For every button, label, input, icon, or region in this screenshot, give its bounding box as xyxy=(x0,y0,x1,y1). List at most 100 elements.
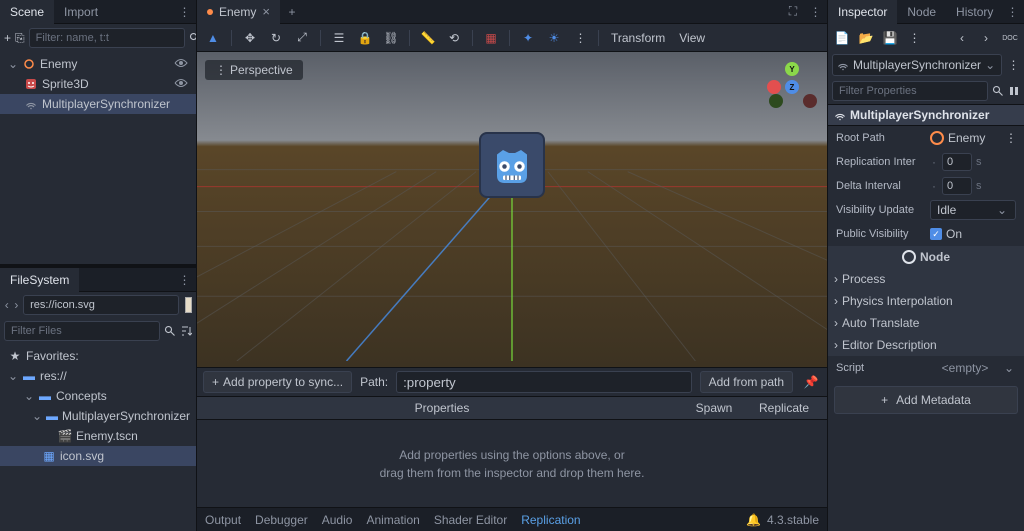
fs-res-root[interactable]: ⌄ ▬ res:// xyxy=(0,366,196,386)
nav-back-icon[interactable]: ‹ xyxy=(4,298,10,312)
sun-preview-icon[interactable]: ☀ xyxy=(544,28,564,48)
viewport-3d[interactable]: ⋮ Perspective Y Z xyxy=(197,52,827,367)
rotate-mode-icon[interactable]: ↻ xyxy=(266,28,286,48)
scene-tab-enemy[interactable]: Enemy × xyxy=(197,0,280,24)
expand-viewport-icon[interactable]: ⛶ xyxy=(781,4,805,19)
menu-transform[interactable]: Transform xyxy=(607,31,669,45)
checkbox-on[interactable]: ✓ xyxy=(930,228,942,240)
tree-node-sprite3d[interactable]: Sprite3D xyxy=(0,74,196,94)
visibility-update-select[interactable]: Idle ⌄ xyxy=(930,200,1016,220)
fs-file-icon-svg[interactable]: ▦ icon.svg xyxy=(0,446,196,466)
bottom-tab-shader[interactable]: Shader Editor xyxy=(434,513,507,527)
section-process[interactable]: ›Process xyxy=(828,268,1024,290)
col-replicate: Replicate xyxy=(749,401,819,415)
visibility-toggle-icon[interactable] xyxy=(174,57,190,71)
section-editor-description[interactable]: ›Editor Description xyxy=(828,334,1024,356)
bottom-tab-debugger[interactable]: Debugger xyxy=(255,513,308,527)
fs-folder-mult[interactable]: ⌄ ▬ MultiplayerSynchronizer xyxy=(0,406,196,426)
list-select-icon[interactable]: ☰ xyxy=(329,28,349,48)
history-back-icon[interactable]: ‹ xyxy=(952,28,972,48)
snap-icon[interactable]: ▦ xyxy=(481,28,501,48)
selected-node-dropdown[interactable]: MultiplayerSynchronizer ⌄ xyxy=(832,54,1002,76)
tool-options-icon[interactable] xyxy=(1008,81,1020,101)
ruler-icon[interactable]: 📏 xyxy=(418,28,438,48)
select-mode-icon[interactable]: ▲ xyxy=(203,28,223,48)
replication-interval-input[interactable] xyxy=(942,153,972,171)
pin-icon[interactable]: 📌 xyxy=(801,372,821,392)
camera-preview-icon[interactable]: ✦ xyxy=(518,28,538,48)
move-mode-icon[interactable]: ✥ xyxy=(240,28,260,48)
gizmo-x-back-icon[interactable] xyxy=(767,80,781,94)
add-from-path-button[interactable]: Add from path xyxy=(700,371,793,393)
tab-history[interactable]: History xyxy=(946,0,1003,24)
bottom-tab-output[interactable]: Output xyxy=(205,513,241,527)
add-property-button[interactable]: + Add property to sync... xyxy=(203,371,352,393)
scale-mode-icon[interactable]: ⤢ xyxy=(292,28,312,48)
prop-more-icon[interactable]: ⋮ xyxy=(1005,131,1016,145)
add-node-icon[interactable]: + xyxy=(4,28,11,48)
visibility-toggle-icon[interactable] xyxy=(174,77,190,91)
add-metadata-button[interactable]: + Add Metadata xyxy=(834,386,1018,414)
menu-view[interactable]: View xyxy=(675,31,709,45)
center-tabs-more-icon[interactable]: ⋮ xyxy=(807,5,823,19)
tab-scene[interactable]: Scene xyxy=(0,0,54,24)
tab-import[interactable]: Import xyxy=(54,0,108,24)
fs-filter-input[interactable] xyxy=(4,321,160,341)
script-value[interactable]: <empty> xyxy=(930,361,1000,375)
section-physics-interpolation[interactable]: ›Physics Interpolation xyxy=(828,290,1024,312)
tab-filesystem[interactable]: FileSystem xyxy=(0,268,79,292)
new-tab-icon[interactable]: + xyxy=(280,5,304,19)
tree-node-multiplayersync[interactable]: MultiplayerSynchronizer xyxy=(0,94,196,114)
notification-bell-icon[interactable]: 🔔 xyxy=(746,513,761,527)
reset-icon[interactable] xyxy=(930,131,944,145)
tab-node[interactable]: Node xyxy=(897,0,946,24)
doc-icon[interactable]: DOC xyxy=(1000,28,1020,48)
bottom-tab-animation[interactable]: Animation xyxy=(366,513,419,527)
inspector-tabs-more-icon[interactable]: ⋮ xyxy=(1004,5,1020,19)
fs-browse-icon[interactable] xyxy=(185,297,192,313)
node-more-icon[interactable]: ⋮ xyxy=(1006,55,1020,75)
orientation-gizmo[interactable]: Y Z xyxy=(769,64,815,110)
viewport-more-icon[interactable]: ⋮ xyxy=(570,28,590,48)
inspector-toolbar-more-icon[interactable]: ⋮ xyxy=(904,28,924,48)
perspective-pill[interactable]: ⋮ Perspective xyxy=(205,60,303,80)
gizmo-y-icon[interactable]: Y xyxy=(785,62,799,76)
tab-inspector[interactable]: Inspector xyxy=(828,0,897,24)
fs-path-input[interactable] xyxy=(23,295,179,315)
local-space-icon[interactable]: ⟲ xyxy=(444,28,464,48)
delta-interval-input[interactable] xyxy=(942,177,972,195)
scene-tabs-more-icon[interactable]: ⋮ xyxy=(176,5,192,19)
group-icon[interactable]: ⛓ xyxy=(381,28,401,48)
gizmo-z-icon[interactable]: Z xyxy=(785,80,799,94)
filter-properties-input[interactable] xyxy=(832,81,988,101)
close-tab-icon[interactable]: × xyxy=(262,4,270,19)
prop-public-visibility: Public Visibility ✓ On xyxy=(828,222,1024,246)
new-resource-icon[interactable]: 📄 xyxy=(832,28,852,48)
gizmo-y-back-icon[interactable] xyxy=(769,94,783,108)
scene-filter-input[interactable] xyxy=(29,28,185,48)
tree-node-enemy[interactable]: ⌄ Enemy xyxy=(0,54,196,74)
save-resource-icon[interactable]: 💾 xyxy=(880,28,900,48)
bottom-tab-replication[interactable]: Replication xyxy=(521,513,580,527)
fs-sort-icon[interactable] xyxy=(180,321,192,341)
section-auto-translate[interactable]: ›Auto Translate xyxy=(828,312,1024,334)
lock-icon[interactable]: 🔒 xyxy=(355,28,375,48)
history-fwd-icon[interactable]: › xyxy=(976,28,996,48)
fs-folder-concepts[interactable]: ⌄ ▬ Concepts xyxy=(0,386,196,406)
path-input[interactable] xyxy=(396,371,692,393)
gizmo-x-icon[interactable] xyxy=(803,94,817,108)
tree-label: Enemy xyxy=(40,57,77,71)
search-icon[interactable] xyxy=(164,321,176,341)
caret-down-icon: ⌄ xyxy=(8,369,18,383)
fs-favorites[interactable]: ★ Favorites: xyxy=(0,346,196,366)
filesystem-more-icon[interactable]: ⋮ xyxy=(176,273,192,287)
nav-forward-icon[interactable]: › xyxy=(14,298,20,312)
root-path-value[interactable]: Enemy xyxy=(948,131,1001,145)
load-resource-icon[interactable]: 📂 xyxy=(856,28,876,48)
bottom-tab-audio[interactable]: Audio xyxy=(322,513,353,527)
search-icon[interactable] xyxy=(992,81,1004,101)
link-node-icon[interactable]: ⎘ xyxy=(15,28,25,48)
fs-file-enemy-scene[interactable]: 🎬 Enemy.tscn xyxy=(0,426,196,446)
fs-label: icon.svg xyxy=(60,449,104,463)
chevron-down-icon[interactable]: ⌄ xyxy=(1004,361,1016,375)
